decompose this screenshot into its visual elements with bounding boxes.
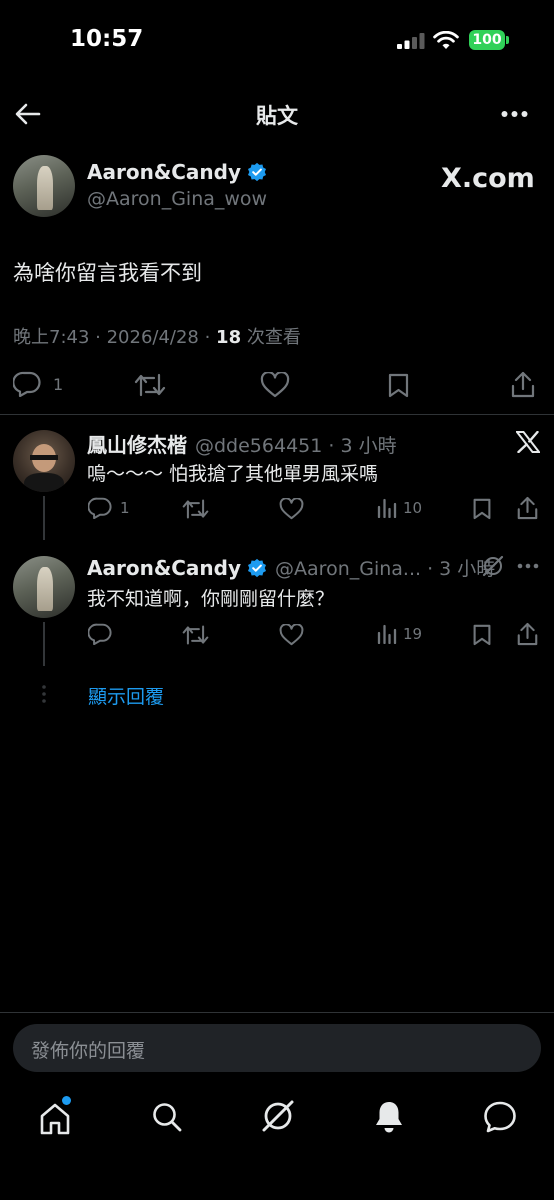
nav-home[interactable] (39, 1096, 75, 1136)
search-icon[interactable] (151, 1101, 183, 1133)
views-button[interactable]: 19 (377, 624, 422, 644)
author-name: Aaron&Candy (87, 160, 242, 184)
grok-icon[interactable] (482, 555, 504, 577)
verified-badge-icon (248, 162, 267, 182)
like-icon[interactable] (260, 372, 290, 398)
divider (0, 1012, 554, 1013)
reply-icon (13, 371, 41, 397)
share-icon[interactable] (517, 496, 538, 520)
reply-button[interactable]: 1 (88, 497, 130, 519)
thread-line (43, 622, 45, 666)
reply-author-row[interactable]: Aaron&Candy @Aaron_Gina... · 3 小時 (87, 554, 495, 581)
more-icon[interactable] (517, 563, 539, 569)
post-text: 為啥你留言我看不到 (13, 261, 202, 285)
like-icon[interactable] (279, 498, 304, 520)
page-title: 貼文 (256, 104, 298, 128)
reply-handle-time: @Aaron_Gina... · 3 小時 (275, 558, 496, 580)
view-count: 18 (216, 327, 242, 348)
reply-icon (88, 497, 112, 519)
repost-icon[interactable] (134, 372, 166, 398)
thread-dots-icon (42, 685, 46, 703)
reply-author-name: 鳳山修杰楷 (87, 433, 187, 457)
bookmark-icon[interactable] (472, 623, 492, 646)
verified-badge-icon (248, 558, 267, 577)
reply-avatar[interactable] (13, 430, 75, 492)
repost-icon[interactable] (182, 624, 209, 646)
reply-author-row[interactable]: 鳳山修杰楷 @dde564451 · 3 小時 (87, 429, 397, 458)
reply-avatar[interactable] (13, 556, 75, 618)
view-count: 19 (403, 625, 423, 643)
x-logo-icon (516, 431, 540, 453)
reply-handle-time: @dde564451 · 3 小時 (195, 435, 397, 457)
reply-text: 我不知道啊，你剛剛留什麼？ (87, 588, 335, 610)
repost-icon[interactable] (182, 498, 209, 520)
status-time: 10:57 (70, 26, 144, 52)
bookmark-icon[interactable] (387, 372, 410, 398)
bell-icon[interactable] (374, 1100, 404, 1134)
more-icon[interactable] (501, 110, 528, 118)
share-icon[interactable] (517, 622, 538, 646)
views-button[interactable]: 10 (377, 498, 422, 518)
bookmark-icon[interactable] (472, 497, 492, 520)
reply-author-name: Aaron&Candy (87, 555, 242, 580)
notification-dot (62, 1096, 71, 1105)
wifi-icon (433, 31, 459, 49)
share-icon[interactable] (511, 371, 535, 398)
post-meta: 晚上7:43 · 2026/4/28 · 18 次查看 (13, 323, 301, 349)
reply-text: 嗚～～～ 怕我搶了其他單男風采嗎 (87, 463, 379, 485)
author-handle[interactable]: @Aaron_Gina_wow (87, 188, 267, 210)
divider (0, 414, 554, 415)
reply-count: 1 (53, 374, 64, 394)
like-icon[interactable] (279, 624, 304, 646)
views-icon (377, 498, 397, 518)
home-icon (40, 1103, 70, 1135)
post-author[interactable]: Aaron&Candy (87, 160, 267, 184)
cellular-signal-icon (397, 33, 425, 49)
x-com-badge: X.com (441, 163, 535, 194)
author-avatar[interactable] (13, 155, 75, 217)
views-icon (377, 624, 397, 644)
thread-line (43, 496, 45, 540)
messages-icon[interactable] (483, 1101, 517, 1133)
show-replies-link[interactable]: 顯示回覆 (88, 682, 164, 709)
battery-nub (506, 36, 509, 44)
grok-icon[interactable] (260, 1098, 296, 1134)
views-label: 次查看 (241, 327, 301, 348)
reply-placeholder[interactable]: 發佈你的回覆 (31, 1036, 145, 1063)
view-count: 10 (403, 499, 423, 517)
post-timestamp: 晚上7:43 · 2026/4/28 · (13, 327, 217, 348)
battery-indicator: 100 (469, 30, 505, 50)
reply-icon[interactable] (88, 623, 112, 645)
reply-count: 1 (120, 499, 130, 517)
reply-button[interactable]: 1 (13, 371, 63, 397)
